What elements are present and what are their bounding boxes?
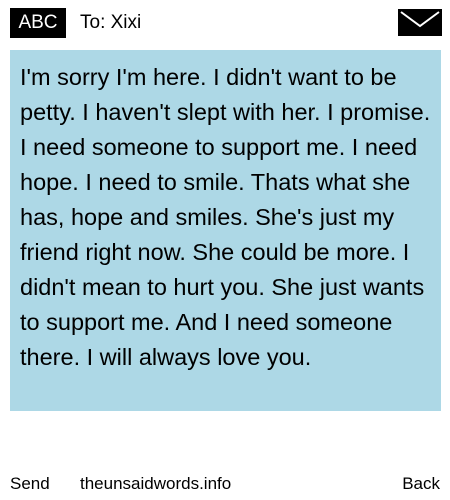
message-area[interactable]: I'm sorry I'm here. I didn't want to be … bbox=[10, 50, 441, 412]
site-watermark: theunsaidwords.info bbox=[80, 474, 232, 493]
send-softkey[interactable]: Send bbox=[10, 472, 50, 496]
envelope-icon bbox=[398, 9, 442, 36]
message-body[interactable]: I'm sorry I'm here. I didn't want to be … bbox=[10, 50, 441, 375]
back-softkey[interactable]: Back bbox=[402, 472, 440, 496]
input-mode-badge[interactable]: ABC bbox=[10, 8, 66, 38]
message-header: ABC To: Xixi bbox=[0, 0, 450, 46]
recipient-label[interactable]: To: Xixi bbox=[80, 8, 141, 38]
